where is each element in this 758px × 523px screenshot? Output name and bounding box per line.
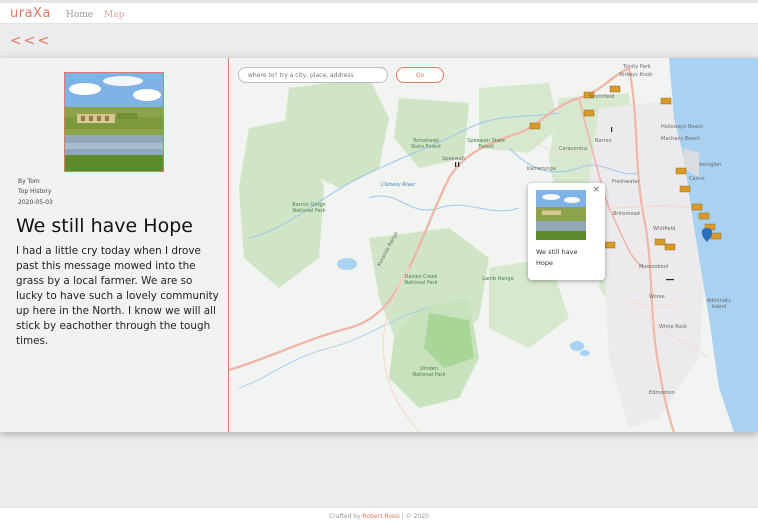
post-title: We still have Hope [16, 215, 193, 237]
map-marker[interactable] [604, 241, 616, 249]
post-sidebar: By Tom Top History 2020-05-03 We still h… [0, 58, 229, 432]
map-label: Dinden National Park [412, 366, 446, 378]
popup-image[interactable] [536, 190, 586, 240]
post-body: I had a little cry today when I drove pa… [16, 245, 219, 347]
map-label: Caravonica [559, 146, 588, 152]
app-logo[interactable]: uraXa [10, 6, 51, 21]
map-label: Kamerunga [527, 166, 556, 172]
post-image [64, 72, 164, 172]
map-label: Smithfield [589, 94, 615, 100]
top-navbar: uraXa Home Map [0, 0, 758, 24]
map-label: Whitfield [653, 226, 676, 232]
map-label: Tomahawk State Forest [410, 138, 442, 150]
footer-suffix: | © 2020 [399, 513, 429, 520]
map-search-go-button[interactable]: Go [396, 67, 444, 83]
map-marker[interactable] [710, 232, 722, 240]
footer-author-link[interactable]: Robert Rossi [363, 513, 400, 520]
back-button[interactable]: <<< [10, 33, 51, 49]
map-marker[interactable] [664, 243, 676, 251]
map-search-input[interactable]: where to? try a city, place, address [238, 67, 388, 83]
map-label: Aeroglen [699, 162, 722, 168]
nav-map-link[interactable]: Map [104, 10, 124, 20]
nav-home-link[interactable]: Home [66, 10, 93, 20]
map-marker[interactable] [691, 203, 703, 211]
map-label: Yorkeys Knob [619, 72, 653, 78]
map-label: Machans Beach [661, 136, 701, 142]
footer-prefix: Crafted by [329, 513, 363, 520]
close-icon[interactable]: × [592, 185, 600, 195]
map-label: Barron Gorge National Park [292, 202, 326, 214]
map-marker[interactable] [529, 122, 541, 130]
map-label: Barron [595, 138, 612, 144]
map-label: Lamb Range [482, 276, 514, 282]
map-label: Cairns [689, 176, 705, 182]
map-label: Mooroobool [639, 264, 669, 270]
map-label: Holloways Beach [661, 124, 704, 130]
map-label: Clohesy River [381, 182, 416, 188]
map-marker[interactable] [660, 97, 672, 105]
map-label: Edmonton [649, 390, 675, 396]
post-date: 2020-05-03 [18, 199, 53, 206]
map-label: Trinity Park [623, 64, 651, 70]
content-panel: By Tom Top History 2020-05-03 We still h… [0, 58, 758, 432]
map-label: Freshwater [612, 179, 640, 185]
map-label: Speewah [442, 156, 465, 162]
popup-title[interactable]: We still have Hope [536, 247, 596, 269]
map-label: Woree [649, 294, 665, 300]
map-canvas[interactable] [229, 58, 758, 432]
map-label: Admiralty Island [706, 298, 732, 310]
map-label: Brinsmead [613, 211, 640, 217]
map-marker[interactable] [675, 167, 687, 175]
map-label: White Rock [659, 324, 688, 330]
map-marker[interactable] [679, 185, 691, 193]
map-label: Speewah State Forest [467, 138, 505, 150]
post-author: By Tom [18, 178, 40, 185]
map-marker[interactable] [609, 85, 621, 93]
map-marker[interactable] [698, 212, 710, 220]
map-view[interactable]: Clohesy River Kuranda Range Speewah Barr… [229, 58, 758, 432]
footer: Crafted by Robert Rossi | © 2020 [0, 507, 758, 523]
map-marker[interactable] [654, 238, 666, 246]
map-popup[interactable]: × We still have Hope [528, 183, 605, 280]
map-marker[interactable] [583, 109, 595, 117]
map-label: Davies Creek National Park [404, 274, 438, 286]
post-category[interactable]: Top History [18, 188, 51, 195]
